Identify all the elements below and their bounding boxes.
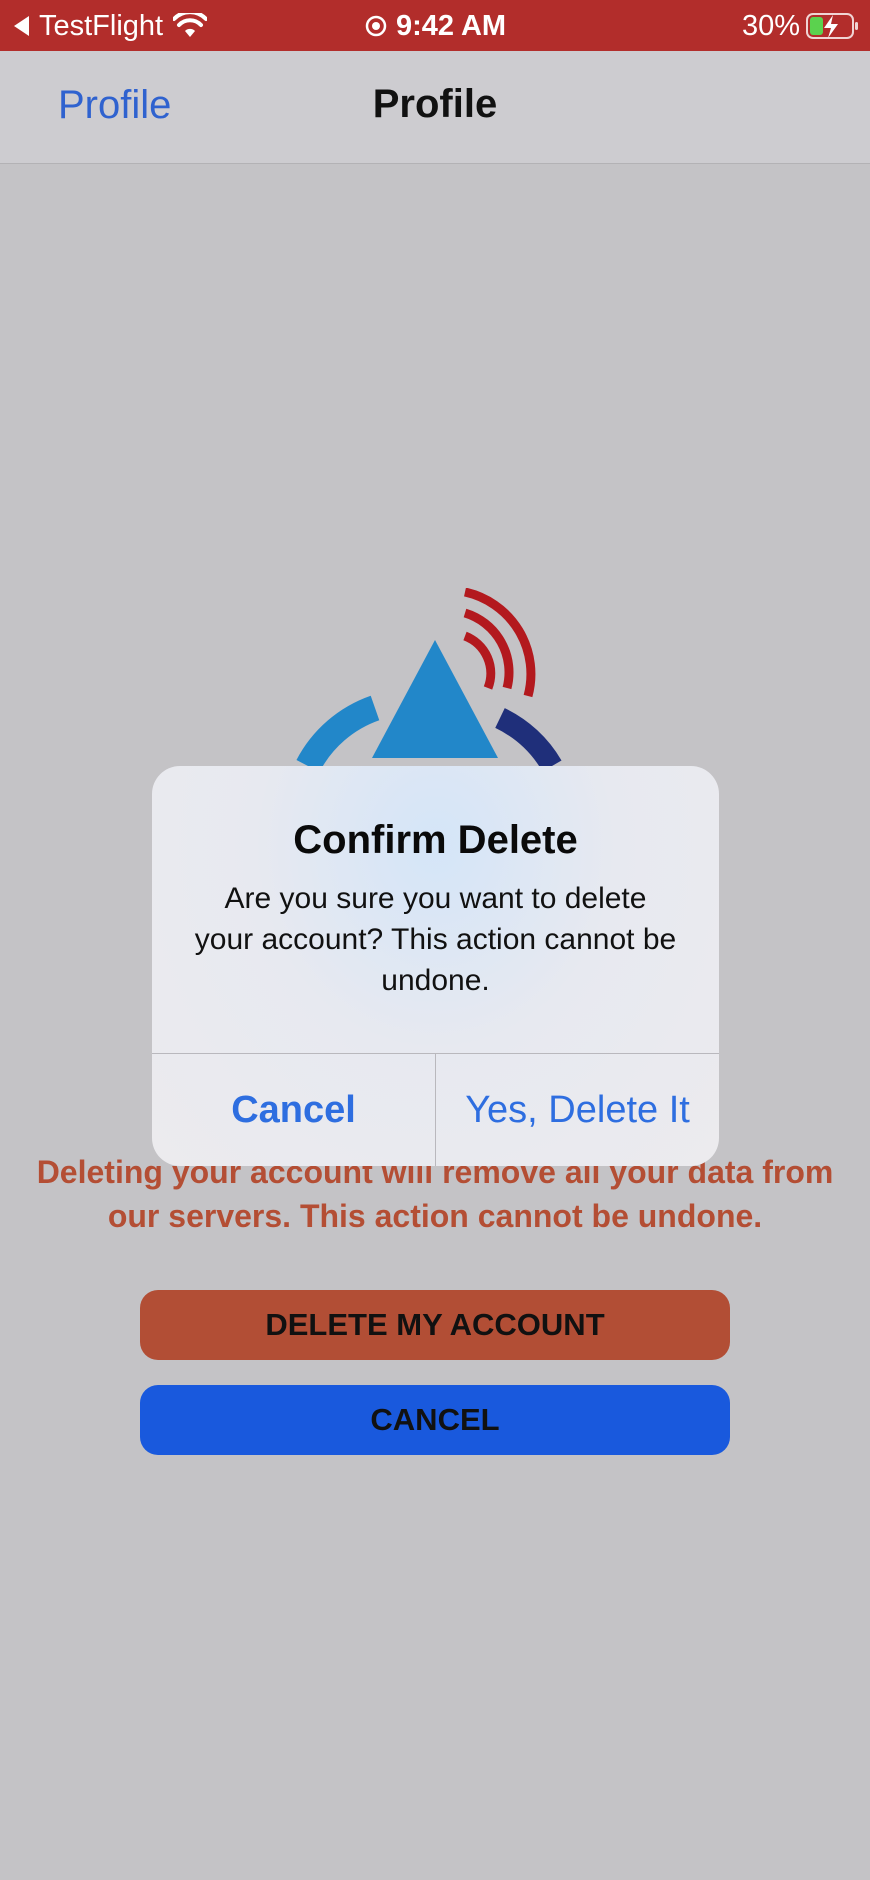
status-time: 9:42 AM [395,9,507,42]
screen: TestFlight 9:42 AM 30% Profile Profile D… [0,0,870,1880]
battery-charging-icon [806,13,858,39]
alert-confirm-delete-button[interactable]: Yes, Delete It [436,1054,719,1166]
alert-cancel-button[interactable]: Cancel [152,1054,435,1166]
battery-percent: 30% [741,9,800,42]
alert-message: Are you sure you want to delete your acc… [194,882,677,997]
status-battery-group: 30% [742,8,860,44]
confirm-delete-alert: Confirm Delete Are you sure you want to … [152,766,719,1166]
app-logo [296,588,562,768]
location-icon [365,15,387,37]
navigation-bar: Profile Profile [0,51,870,164]
alert-title: Confirm Delete [293,818,578,862]
status-time-group: 9:42 AM [0,8,870,44]
cancel-button[interactable]: CANCEL [140,1385,730,1455]
status-bar: TestFlight 9:42 AM 30% [0,0,870,51]
page-title: Profile [372,82,498,126]
delete-account-button[interactable]: DELETE MY ACCOUNT [140,1290,730,1360]
